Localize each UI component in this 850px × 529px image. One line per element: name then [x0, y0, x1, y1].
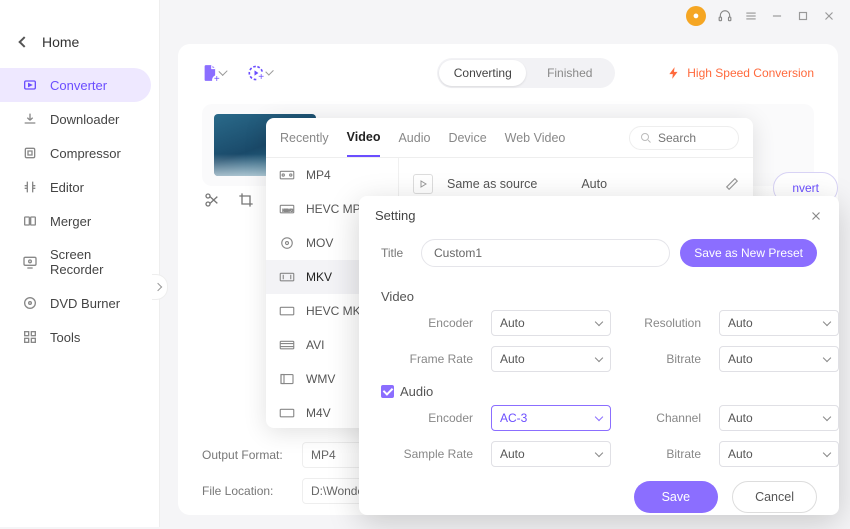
format-icon [278, 338, 296, 352]
status-segmented: Converting Finished [437, 58, 615, 88]
add-file-button[interactable]: + [202, 61, 226, 85]
sidebar-item-downloader[interactable]: Downloader [0, 102, 151, 136]
video-section-header: Video [381, 289, 817, 304]
avatar[interactable]: ● [686, 6, 706, 26]
sample-rate-label: Sample Rate [397, 447, 473, 461]
setting-panel: Setting Title Save as New Preset Video E… [359, 196, 839, 515]
bitrate-label: Bitrate [629, 352, 701, 366]
fp-tab-video[interactable]: Video [347, 119, 381, 157]
save-button[interactable]: Save [634, 481, 719, 513]
sidebar-item-compressor[interactable]: Compressor [0, 136, 151, 170]
sidebar-item-label: Downloader [50, 112, 119, 127]
preset-icon [413, 174, 433, 194]
tab-finished[interactable]: Finished [526, 60, 613, 86]
sidebar-item-label: Screen Recorder [50, 247, 135, 277]
high-speed-badge[interactable]: High Speed Conversion [667, 66, 814, 80]
minimize-button[interactable] [770, 9, 784, 23]
merger-icon [22, 213, 38, 229]
format-search[interactable] [629, 126, 739, 150]
audio-encoder-select[interactable]: AC-3 [491, 405, 611, 431]
fp-tab-audio[interactable]: Audio [398, 120, 430, 156]
sidebar-item-label: Compressor [50, 146, 121, 161]
preset-label: Same as source [447, 177, 537, 191]
support-icon[interactable] [718, 9, 732, 23]
sidebar-item-label: Tools [50, 330, 80, 345]
format-icon [278, 304, 296, 318]
sidebar: Home Converter Downloader Compressor Edi… [0, 0, 160, 527]
back-home[interactable]: Home [0, 24, 159, 68]
cancel-button[interactable]: Cancel [732, 481, 817, 513]
audio-samplerate-select[interactable]: Auto [491, 441, 611, 467]
sidebar-item-label: Merger [50, 214, 91, 229]
format-icon: HEVC [278, 202, 296, 216]
audio-section-header: Audio [400, 384, 433, 399]
chevron-left-icon [18, 36, 29, 47]
download-icon [22, 111, 38, 127]
add-from-device-button[interactable]: + [248, 61, 272, 85]
audio-checkbox[interactable] [381, 385, 394, 398]
encoder-label: Encoder [397, 316, 473, 330]
format-search-input[interactable] [658, 131, 728, 145]
save-preset-button[interactable]: Save as New Preset [680, 239, 817, 267]
trim-icon[interactable] [204, 192, 220, 208]
sidebar-item-label: DVD Burner [50, 296, 120, 311]
setting-title: Setting [375, 208, 415, 223]
audio-channel-select[interactable]: Auto [719, 405, 839, 431]
format-icon [278, 406, 296, 420]
channel-label: Channel [629, 411, 701, 425]
close-icon[interactable] [809, 209, 823, 223]
encoder-label: Encoder [397, 411, 473, 425]
sidebar-item-dvd-burner[interactable]: DVD Burner [0, 286, 151, 320]
format-icon [278, 270, 296, 284]
format-icon [278, 236, 296, 250]
audio-bitrate-select[interactable]: Auto [719, 441, 839, 467]
compressor-icon [22, 145, 38, 161]
preset-title-label: Title [381, 246, 411, 260]
preset-resolution: Auto [581, 177, 607, 191]
converter-icon [22, 77, 38, 93]
sidebar-item-tools[interactable]: Tools [0, 320, 151, 354]
resolution-label: Resolution [629, 316, 701, 330]
fp-tab-web-video[interactable]: Web Video [505, 120, 566, 156]
fp-tab-device[interactable]: Device [448, 120, 486, 156]
file-location-label: File Location: [202, 484, 292, 498]
sidebar-item-screen-recorder[interactable]: Screen Recorder [0, 238, 151, 286]
bitrate-label: Bitrate [629, 447, 701, 461]
close-button[interactable] [822, 9, 836, 23]
sidebar-item-label: Converter [50, 78, 107, 93]
chevron-down-icon [265, 67, 274, 76]
editor-icon [22, 179, 38, 195]
maximize-button[interactable] [796, 9, 810, 23]
video-bitrate-select[interactable]: Auto [719, 346, 839, 372]
tab-converting[interactable]: Converting [439, 60, 526, 86]
video-encoder-select[interactable]: Auto [491, 310, 611, 336]
sidebar-item-label: Editor [50, 180, 84, 195]
plus-icon: + [258, 73, 265, 83]
dvd-icon [22, 295, 38, 311]
sidebar-item-converter[interactable]: Converter [0, 68, 151, 102]
sidebar-item-editor[interactable]: Editor [0, 170, 151, 204]
home-label: Home [42, 34, 79, 50]
output-format-label: Output Format: [202, 448, 292, 462]
preset-title-input[interactable] [421, 239, 670, 267]
search-icon [640, 132, 652, 144]
format-icon [278, 372, 296, 386]
frame-rate-label: Frame Rate [397, 352, 473, 366]
format-item-mp4[interactable]: MP4 [266, 158, 398, 192]
sidebar-item-merger[interactable]: Merger [0, 204, 151, 238]
format-icon [278, 168, 296, 182]
plus-icon: + [212, 75, 222, 85]
screen-recorder-icon [22, 254, 38, 270]
high-speed-label: High Speed Conversion [687, 66, 814, 80]
crop-icon[interactable] [238, 192, 254, 208]
tools-icon [22, 329, 38, 345]
video-resolution-select[interactable]: Auto [719, 310, 839, 336]
sidebar-collapse-handle[interactable] [152, 274, 168, 300]
menu-icon[interactable] [744, 9, 758, 23]
preset-settings-icon[interactable] [725, 177, 739, 191]
video-framerate-select[interactable]: Auto [491, 346, 611, 372]
fp-tab-recently[interactable]: Recently [280, 120, 329, 156]
svg-text:HEVC: HEVC [283, 208, 294, 212]
